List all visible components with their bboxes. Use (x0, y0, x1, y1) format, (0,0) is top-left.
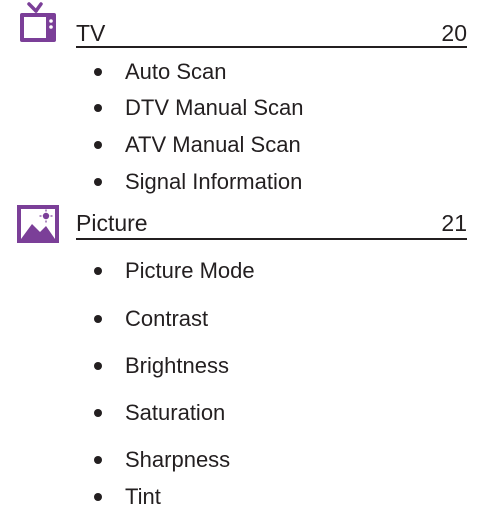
section-title-tv[interactable]: TV (76, 20, 105, 46)
section-rule-tv (76, 46, 467, 48)
list-item-label: ATV Manual Scan (125, 132, 301, 157)
bullet (94, 456, 102, 464)
bullet (94, 493, 102, 501)
list-item-label: Tint (125, 484, 161, 509)
bullet (94, 267, 102, 275)
bullet (94, 104, 102, 112)
list-item-label: Contrast (125, 306, 209, 331)
section-title-picture[interactable]: Picture (76, 210, 148, 236)
list-item-label: Saturation (125, 400, 226, 425)
list-item-label: DTV Manual Scan (125, 95, 304, 120)
bullet (94, 315, 102, 323)
section-page-picture[interactable]: 21 (441, 210, 467, 236)
bullet (94, 68, 102, 76)
list-item-label: Brightness (125, 353, 229, 378)
section-rule-picture (76, 238, 467, 240)
bullet (94, 362, 102, 370)
list-item-label: Signal Information (125, 169, 303, 194)
picture-icon (17, 205, 59, 243)
section-page-tv[interactable]: 20 (441, 20, 467, 46)
bullet (94, 178, 102, 186)
bullet (94, 141, 102, 149)
tv-icon (20, 2, 56, 42)
section-header-picture[interactable]: Picture 21 (0, 200, 478, 243)
list-item-label: Sharpness (125, 447, 231, 472)
bullet (94, 409, 102, 417)
list-item-label: Auto Scan (125, 59, 227, 84)
list-item-label: Picture Mode (125, 258, 255, 283)
section-header-tv[interactable]: TV 20 (0, 0, 478, 48)
